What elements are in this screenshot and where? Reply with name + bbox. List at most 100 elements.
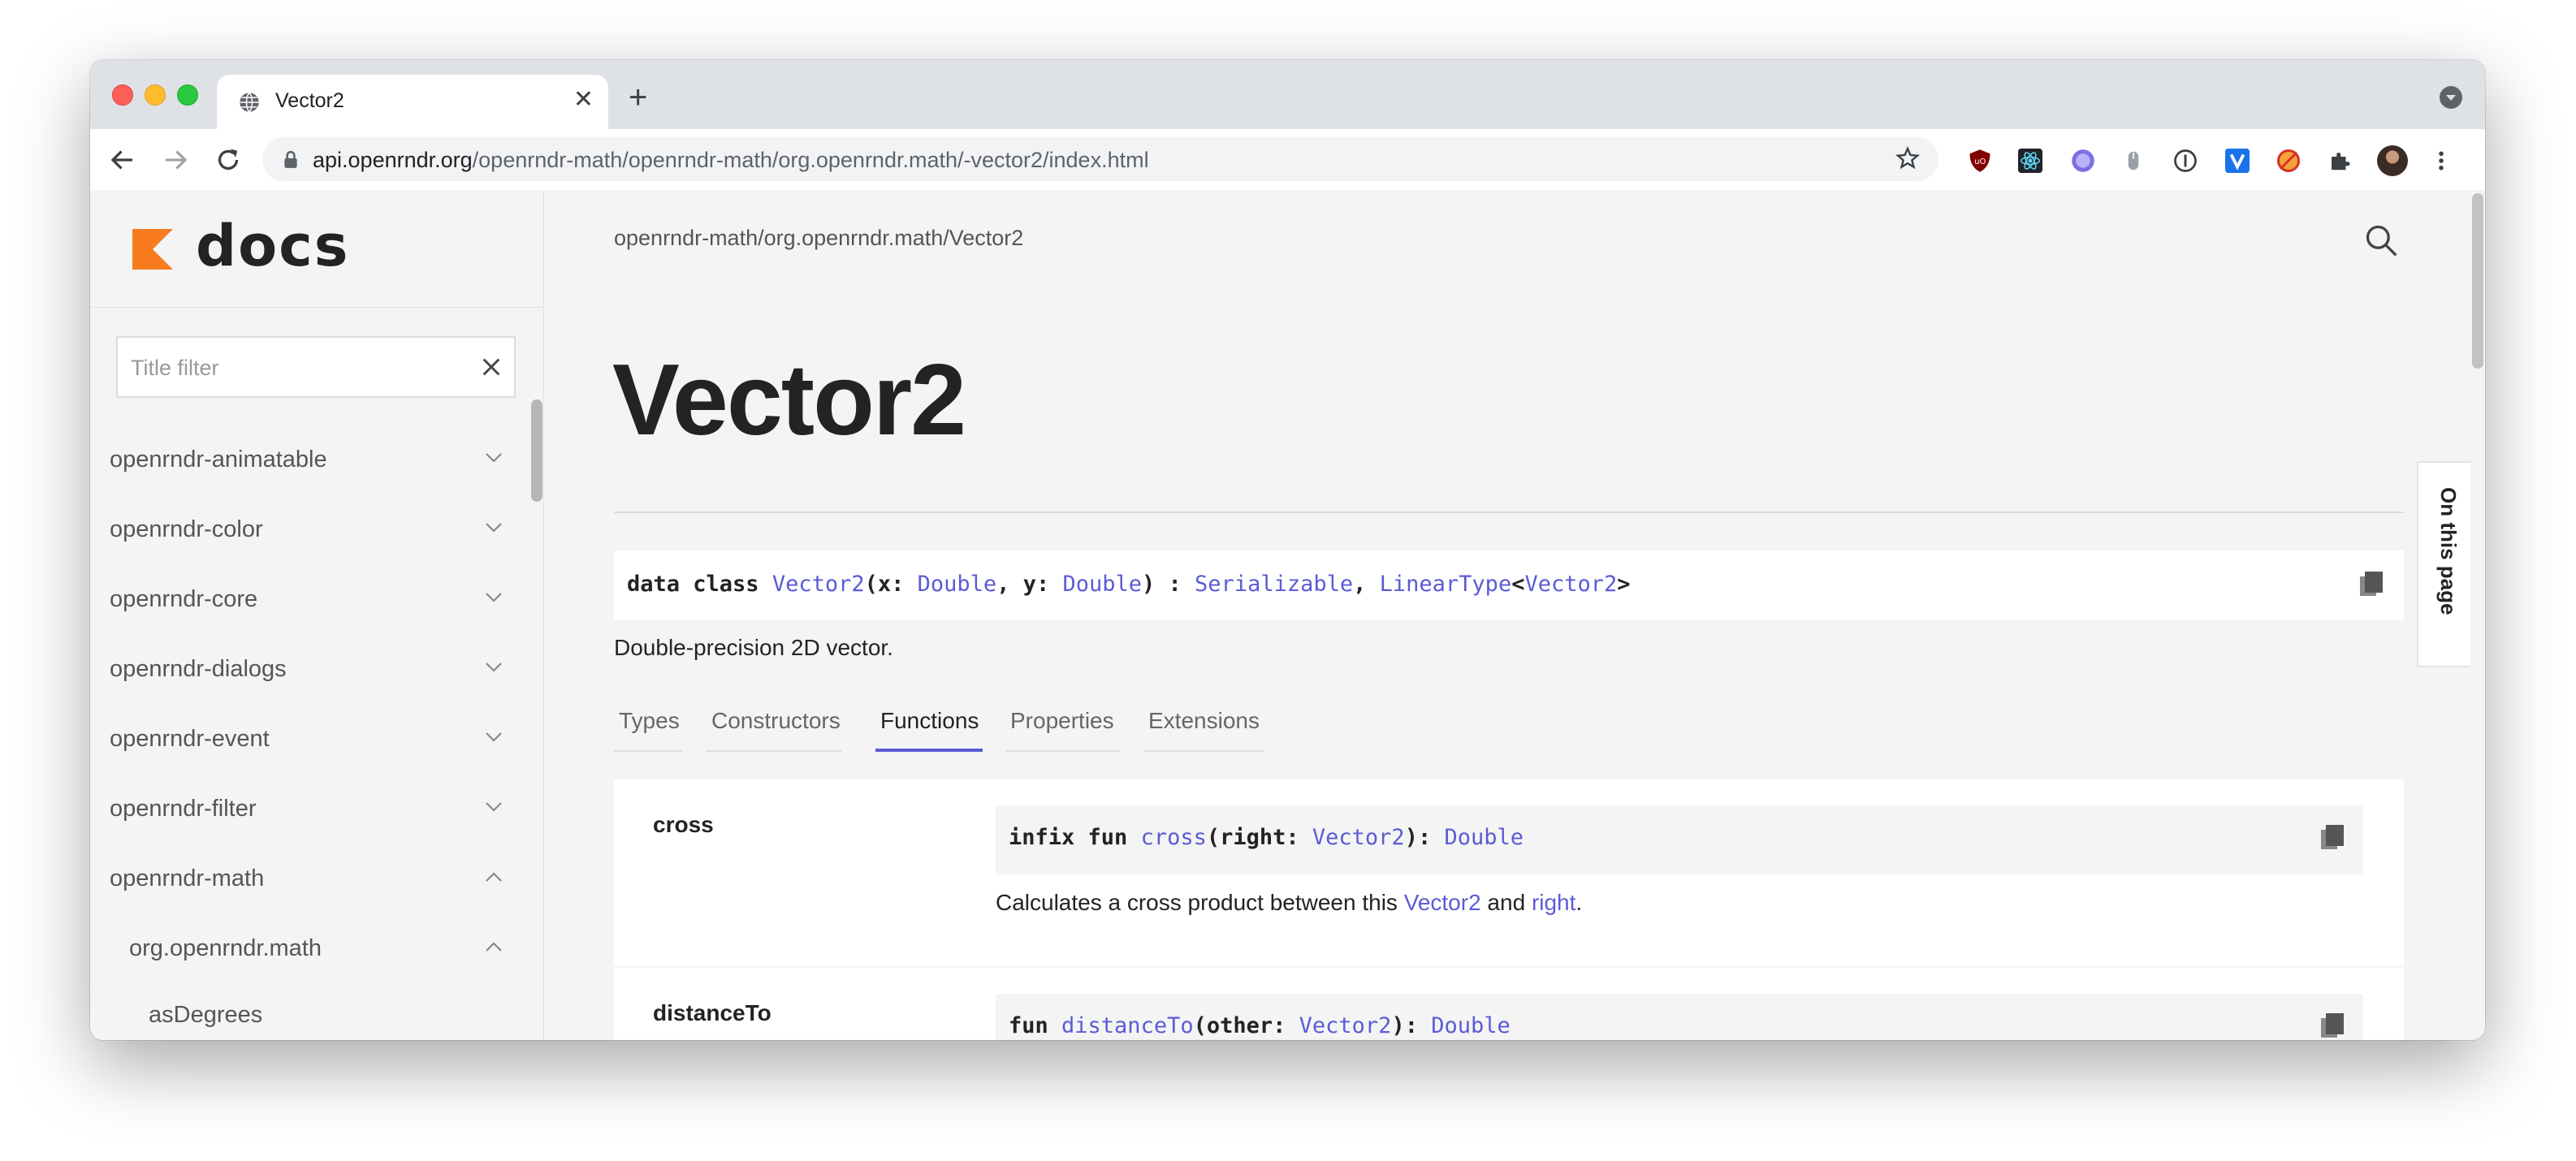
desc-text: and: [1480, 890, 1532, 915]
url-host: api.openrndr.org: [313, 148, 473, 172]
search-icon[interactable]: [2363, 222, 2399, 258]
sidebar-item-label: openrndr-filter: [110, 796, 257, 822]
sig-text: , y:: [996, 572, 1063, 597]
tab-properties[interactable]: Properties: [1005, 701, 1121, 752]
function-name[interactable]: distanceTo: [653, 1000, 772, 1026]
clear-filter-icon[interactable]: [480, 356, 503, 378]
puzzle-extensions-icon[interactable]: [2327, 149, 2352, 173]
more-menu-icon[interactable]: [2436, 149, 2447, 173]
title-filter-field[interactable]: [116, 336, 516, 398]
mouse-icon[interactable]: [2121, 149, 2146, 173]
sig-text: ):: [1391, 1013, 1432, 1038]
brand-header: docs: [90, 190, 543, 308]
tab-constructors[interactable]: Constructors: [707, 701, 841, 752]
function-description: Calculates a cross product between this …: [996, 890, 1582, 916]
sig-type-link[interactable]: Double: [1062, 572, 1142, 597]
react-devtools-icon[interactable]: [2018, 149, 2042, 173]
minimize-window-button[interactable]: [145, 84, 166, 106]
sidebar-item-openrndr-core[interactable]: openrndr-core: [90, 575, 512, 624]
browser-window: Vector2 ✕ + api.openrndr.org/openrndr-ma…: [90, 60, 2485, 1040]
maximize-window-button[interactable]: [177, 84, 198, 106]
browser-tab[interactable]: Vector2 ✕: [217, 75, 608, 129]
sig-type-link[interactable]: LinearType: [1380, 572, 1512, 597]
sig-function-link[interactable]: cross: [1141, 825, 1207, 850]
chevron-down-icon[interactable]: [485, 731, 503, 744]
sig-class-link[interactable]: Vector2: [772, 572, 865, 597]
sidebar-item-openrndr-event[interactable]: openrndr-event: [90, 714, 512, 763]
desc-link-right[interactable]: right: [1532, 890, 1575, 915]
sidebar-item-openrndr-color[interactable]: openrndr-color: [90, 505, 512, 554]
sig-text: ):: [1404, 825, 1445, 850]
url-path: /openrndr-math/openrndr-math/org.openrnd…: [472, 148, 1149, 172]
signature-code: data class Vector2(x: Double, y: Double)…: [627, 572, 1631, 597]
page-scrollbar-thumb[interactable]: [2472, 193, 2483, 369]
sidebar-item-label: org.openrndr.math: [129, 935, 322, 961]
sidebar-item-label: openrndr-event: [110, 726, 270, 752]
sidebar-item-openrndr-math[interactable]: openrndr-math: [90, 854, 512, 903]
chevron-down-icon[interactable]: [485, 661, 503, 674]
kotlin-logo-icon[interactable]: [132, 229, 173, 270]
sig-text: (x:: [864, 572, 918, 597]
tab-functions[interactable]: Functions: [875, 701, 983, 752]
sig-type-link[interactable]: Vector2: [1312, 825, 1405, 850]
desc-link-vector2[interactable]: Vector2: [1404, 890, 1481, 915]
docs-logo-text[interactable]: docs: [196, 218, 349, 274]
sig-function-link[interactable]: distanceTo: [1061, 1013, 1194, 1038]
profile-avatar[interactable]: [2377, 145, 2408, 176]
browser-toolbar: api.openrndr.org/openrndr-math/openrndr-…: [90, 129, 2485, 191]
sig-type-link[interactable]: Vector2: [1524, 572, 1617, 597]
chevron-down-icon[interactable]: [485, 451, 503, 464]
no-tracking-icon[interactable]: [2276, 149, 2301, 173]
function-name[interactable]: cross: [653, 812, 714, 838]
tab-extensions[interactable]: Extensions: [1143, 701, 1264, 752]
sig-keyword: data class: [627, 572, 772, 597]
sidebar-scrollbar[interactable]: [531, 399, 542, 502]
chevron-up-icon[interactable]: [485, 940, 503, 953]
sig-type-link[interactable]: Double: [1444, 825, 1524, 850]
copy-icon[interactable]: [2321, 1013, 2344, 1039]
page-title: Vector2: [612, 344, 966, 456]
sidebar-item-openrndr-animatable[interactable]: openrndr-animatable: [90, 435, 512, 484]
ublock-origin-icon[interactable]: uO: [1968, 149, 1992, 173]
sidebar-item-openrndr-filter[interactable]: openrndr-filter: [90, 784, 512, 833]
tab-types[interactable]: Types: [614, 701, 682, 752]
address-bar[interactable]: api.openrndr.org/openrndr-math/openrndr-…: [262, 137, 1938, 181]
close-window-button[interactable]: [112, 84, 133, 106]
function-signature: fun distanceTo(other: Vector2): Double: [996, 994, 2363, 1040]
copy-icon[interactable]: [2321, 825, 2344, 851]
breadcrumb[interactable]: openrndr-math/org.openrndr.math/Vector2: [614, 226, 1023, 251]
sidebar: docs openrndr-animatable openrndr-color …: [90, 190, 544, 1040]
chevron-down-icon[interactable]: [485, 521, 503, 534]
url-text[interactable]: api.openrndr.org/openrndr-math/openrndr-…: [313, 148, 1149, 173]
sig-type-link[interactable]: Vector2: [1299, 1013, 1392, 1038]
vue-devtools-icon[interactable]: [2071, 149, 2095, 173]
copy-icon[interactable]: [2360, 572, 2383, 598]
bookmark-star-icon[interactable]: [1895, 145, 1921, 171]
chevron-down-icon[interactable]: [485, 801, 503, 814]
forward-arrow-icon[interactable]: [161, 145, 190, 175]
tab-title: Vector2: [275, 89, 344, 112]
lock-icon[interactable]: [282, 150, 300, 170]
sidebar-item-asdegrees[interactable]: asDegrees: [90, 991, 512, 1039]
chevron-down-icon[interactable]: [485, 591, 503, 604]
back-arrow-icon[interactable]: [108, 145, 137, 175]
desc-text: .: [1575, 890, 1583, 915]
sidebar-item-label: openrndr-math: [110, 865, 265, 891]
sig-text: >: [1617, 572, 1631, 597]
vimium-icon[interactable]: [2225, 149, 2250, 173]
title-filter-input[interactable]: [129, 338, 473, 398]
chevron-up-icon[interactable]: [485, 870, 503, 883]
sidebar-item-org-openrndr-math[interactable]: org.openrndr.math: [90, 924, 512, 973]
signature-code: fun distanceTo(other: Vector2): Double: [1009, 1013, 1511, 1038]
sig-type-link[interactable]: Double: [918, 572, 997, 597]
globe-icon: [240, 92, 259, 113]
new-tab-button[interactable]: +: [629, 81, 647, 114]
sig-type-link[interactable]: Serializable: [1195, 572, 1353, 597]
tab-search-menu-icon[interactable]: [2440, 86, 2462, 109]
onepassword-icon[interactable]: [2173, 149, 2198, 173]
sig-type-link[interactable]: Double: [1431, 1013, 1511, 1038]
reload-icon[interactable]: [214, 145, 243, 175]
sidebar-item-openrndr-dialogs[interactable]: openrndr-dialogs: [90, 645, 512, 693]
tab-close-icon[interactable]: ✕: [573, 88, 594, 112]
signature-code: infix fun cross(right: Vector2): Double: [1009, 825, 1524, 850]
